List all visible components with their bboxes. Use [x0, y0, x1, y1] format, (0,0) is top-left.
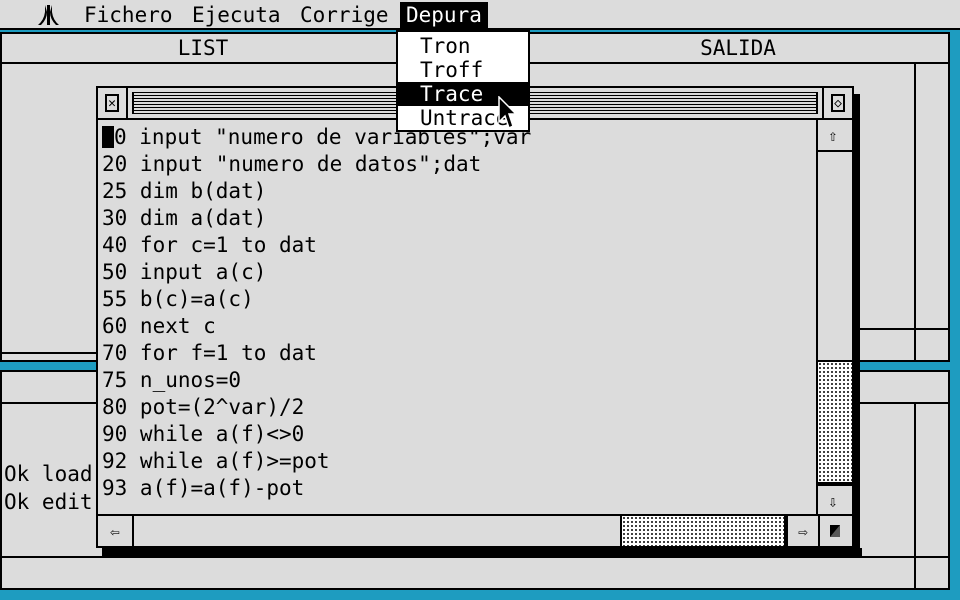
arrow-left-icon[interactable]: ⇦	[100, 516, 130, 546]
list-window-title[interactable]: LIST	[2, 34, 404, 64]
close-box-icon[interactable]: ✕	[98, 88, 128, 118]
arrow-up-icon[interactable]: ⇧	[818, 120, 848, 150]
editor-window-shadow	[854, 94, 860, 554]
code-line[interactable]: 60 next c	[102, 313, 216, 340]
menu-item-tron[interactable]: Tron	[398, 34, 528, 58]
mouse-pointer-icon	[498, 96, 516, 130]
atari-fuji-logo[interactable]	[36, 4, 62, 26]
text-cursor	[102, 126, 114, 148]
salida-window-title[interactable]: SALIDA	[528, 34, 948, 64]
code-line[interactable]: 30 dim a(dat)	[102, 205, 266, 232]
menu-ejecuta[interactable]: Ejecuta	[186, 2, 287, 28]
command-scrollbar-divider	[914, 404, 916, 588]
menu-corrige[interactable]: Corrige	[294, 2, 395, 28]
menu-item-troff[interactable]: Troff	[398, 58, 528, 82]
code-editor-area[interactable]: 0 input "numero de variables";var 20 inp…	[98, 120, 818, 516]
code-line[interactable]: 70 for f=1 to dat	[102, 340, 317, 367]
code-line[interactable]: 50 input a(c)	[102, 259, 266, 286]
menu-depura[interactable]: Depura	[400, 2, 488, 28]
editor-window[interactable]: ✕ ◇ 0 input "numero de variables";var 20…	[96, 86, 862, 556]
command-hscroll-divider	[2, 556, 948, 558]
fuller-box-icon[interactable]: ◇	[822, 88, 852, 118]
salida-scrollbar-divider	[914, 64, 916, 360]
code-line[interactable]: 40 for c=1 to dat	[102, 232, 317, 259]
code-line[interactable]: 25 dim b(dat)	[102, 178, 266, 205]
code-line[interactable]: 55 b(c)=a(c)	[102, 286, 254, 313]
code-line[interactable]: 80 pot=(2^var)/2	[102, 394, 304, 421]
code-line[interactable]: 90 while a(f)<>0	[102, 421, 304, 448]
code-line[interactable]: 75 n_unos=0	[102, 367, 241, 394]
menu-bar: Fichero Ejecuta Corrige Depura	[0, 0, 960, 30]
horizontal-scroll-thumb[interactable]	[620, 516, 786, 546]
scroll-divider	[132, 516, 134, 546]
resize-box-icon[interactable]	[820, 516, 850, 546]
menu-fichero[interactable]: Fichero	[78, 2, 179, 28]
code-line[interactable]: 93 a(f)=a(f)-pot	[102, 475, 304, 502]
arrow-right-icon[interactable]: ⇨	[788, 516, 818, 546]
resize-box-glyph	[830, 525, 840, 537]
arrow-down-icon[interactable]: ⇩	[818, 486, 848, 516]
horizontal-scrollbar[interactable]: ⇦ ⇨	[98, 514, 852, 546]
command-output-line: Ok load	[4, 462, 93, 486]
vertical-scrollbar[interactable]: ⇧ ⇩	[816, 120, 852, 516]
code-line[interactable]: 92 while a(f)>=pot	[102, 448, 330, 475]
command-output-line: Ok edit	[4, 490, 93, 514]
vertical-scroll-thumb[interactable]	[818, 360, 852, 484]
code-line[interactable]: 20 input "numero de datos";dat	[102, 151, 481, 178]
scroll-divider	[818, 150, 852, 152]
